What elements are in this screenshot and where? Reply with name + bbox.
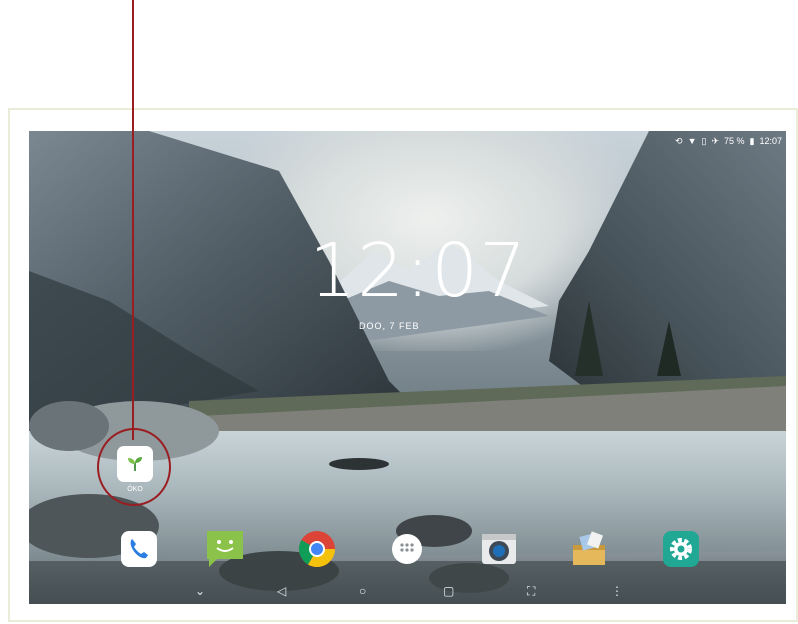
collapse-icon[interactable]: ⌄ xyxy=(195,584,205,598)
dock-file-manager[interactable] xyxy=(569,529,609,569)
chrome-icon xyxy=(298,531,335,568)
battery-icon: ▮ xyxy=(749,136,755,146)
airplane-icon: ✈ xyxy=(711,136,719,146)
home-icon[interactable]: ○ xyxy=(359,584,366,598)
camera-icon xyxy=(482,534,516,564)
app-dock xyxy=(109,529,709,575)
wifi-icon: ▼ xyxy=(687,136,697,146)
dock-camera[interactable] xyxy=(479,529,519,569)
dock-chrome[interactable] xyxy=(297,529,337,569)
recents-icon[interactable]: ▢ xyxy=(443,584,454,598)
settings-icon xyxy=(663,531,699,567)
callout-line xyxy=(132,0,134,440)
callout-circle xyxy=(97,428,171,506)
no-sim-icon: ▯ xyxy=(701,136,707,146)
lockscreen-date: DOO, 7 FEB xyxy=(359,321,420,331)
rotation-lock-icon: ⟲ xyxy=(675,136,683,146)
battery-percent: 75 % xyxy=(724,136,745,146)
navigation-bar: ⌄ ◁ ○ ▢ ⛶ ⋮ xyxy=(29,580,786,604)
file-manager-icon xyxy=(573,531,605,565)
status-bar: ⟲ ▼ ▯ ✈ 75 % ▮ 12:07 xyxy=(675,134,782,148)
screenshot-icon[interactable]: ⛶ xyxy=(527,584,535,598)
dock-phone[interactable] xyxy=(119,529,159,569)
menu-icon[interactable]: ⋮ xyxy=(611,584,623,598)
app-drawer-icon xyxy=(392,534,422,564)
dock-app-drawer[interactable] xyxy=(387,529,427,569)
status-time: 12:07 xyxy=(759,136,782,146)
dock-messaging[interactable] xyxy=(205,529,245,569)
lockscreen-clock: 12:07 xyxy=(309,228,528,314)
back-icon[interactable]: ◁ xyxy=(277,584,286,598)
dock-settings[interactable] xyxy=(661,529,701,569)
phone-icon xyxy=(121,531,157,567)
tablet-home-screen: ⟲ ▼ ▯ ✈ 75 % ▮ 12:07 12:07 DOO, 7 FEB ÖK… xyxy=(29,131,786,604)
messaging-icon xyxy=(207,531,243,567)
